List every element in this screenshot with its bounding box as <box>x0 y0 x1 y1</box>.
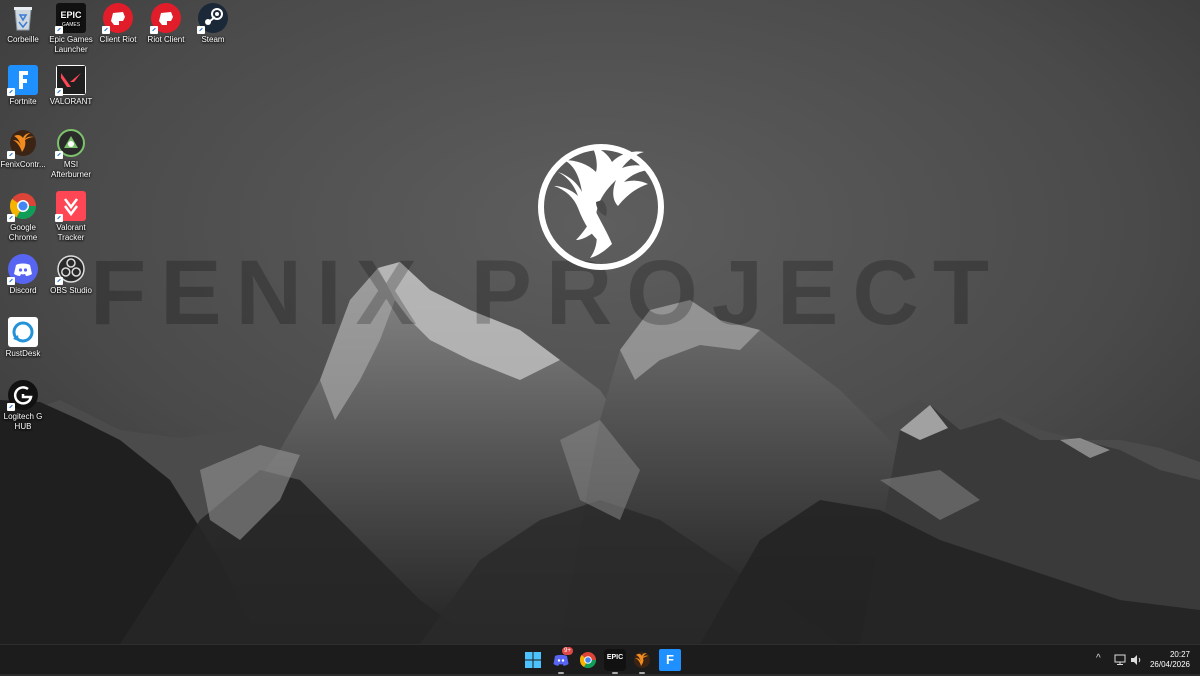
icon-label: Valorant Tracker <box>56 223 86 242</box>
desktop-icon-epic-games-launcher[interactable]: EPIC GAMES Epic Games Launcher <box>46 0 96 55</box>
obs-icon <box>55 254 86 285</box>
desktop-icon-discord[interactable]: Discord <box>0 251 48 296</box>
msi-afterburner-icon <box>55 128 86 159</box>
shortcut-arrow-icon <box>55 277 63 285</box>
icon-label: Epic Games Launcher <box>49 35 93 54</box>
fenix-icon <box>7 128 38 159</box>
fenix-icon <box>634 652 650 668</box>
icon-label: Fortnite <box>9 97 37 106</box>
shortcut-arrow-icon <box>7 403 15 411</box>
shortcut-arrow-icon <box>7 214 15 222</box>
icon-label: Client Riot <box>99 35 137 44</box>
shortcut-arrow-icon <box>55 151 63 159</box>
icon-label: Steam <box>201 35 225 44</box>
taskbar-start-button[interactable] <box>522 649 544 671</box>
clock-time: 20:27 <box>1169 650 1190 659</box>
notification-badge: 9+ <box>562 647 573 655</box>
desktop-icon-fortnite[interactable]: Fortnite <box>0 62 48 107</box>
logitech-ghub-icon <box>7 380 38 411</box>
icon-label: MSI Afterburner <box>50 160 92 179</box>
svg-text:EPIC: EPIC <box>60 10 82 20</box>
shortcut-arrow-icon <box>102 26 110 34</box>
shortcut-arrow-icon <box>197 26 205 34</box>
icon-label: FenixContr... <box>0 160 46 169</box>
epic-games-icon: EPIC GAMES <box>55 3 86 34</box>
svg-text:GAMES: GAMES <box>62 22 81 28</box>
taskbar: 9+ EPIC F ^ 20:27 26/04/2026 <box>0 644 1200 674</box>
volume-icon[interactable] <box>1130 654 1142 666</box>
desktop-icon-logitech-g-hub[interactable]: Logitech G HUB <box>0 377 48 432</box>
shortcut-arrow-icon <box>55 26 63 34</box>
network-icon[interactable] <box>1114 654 1126 666</box>
desktop-icon-fenixcontrol[interactable]: FenixContr... <box>0 125 48 170</box>
shortcut-arrow-icon <box>7 151 15 159</box>
recycle-bin-icon <box>8 3 38 33</box>
desktop-icon-valorant-tracker[interactable]: Valorant Tracker <box>46 188 96 243</box>
show-hidden-icons-chevron-icon[interactable]: ^ <box>1096 653 1101 664</box>
chrome-icon <box>7 191 38 222</box>
icon-label: Corbeille <box>7 35 39 44</box>
desktop-icon-valorant[interactable]: VALORANT <box>46 62 96 107</box>
desktop-icon-msi-afterburner[interactable]: MSI Afterburner <box>46 125 96 180</box>
riot-client-icon <box>102 3 133 34</box>
phoenix-emblem-icon <box>536 140 666 272</box>
icon-label: RustDesk <box>5 349 41 358</box>
icon-label: OBS Studio <box>50 286 92 295</box>
valorant-icon <box>55 65 86 96</box>
desktop-icon-corbeille[interactable]: Corbeille <box>0 0 48 45</box>
desktop-icon-steam[interactable]: Steam <box>188 0 238 45</box>
windows-start-icon <box>525 652 541 668</box>
icon-label: Discord <box>9 286 37 295</box>
chrome-icon <box>579 652 597 669</box>
fortnite-icon <box>7 65 38 96</box>
shortcut-arrow-icon <box>55 88 63 96</box>
epic-games-icon: EPIC <box>606 654 624 661</box>
icon-label: VALORANT <box>49 97 93 106</box>
icon-label: Logitech G HUB <box>3 412 43 431</box>
desktop-icon-client-riot[interactable]: Client Riot <box>93 0 143 45</box>
riot-client-icon <box>150 3 181 34</box>
icon-label: Google Chrome <box>8 223 38 242</box>
desktop-icon-rustdesk[interactable]: RustDesk <box>0 314 48 359</box>
fortnite-icon: F <box>666 652 674 667</box>
taskbar-epic-games-button[interactable]: EPIC <box>604 649 626 674</box>
shortcut-arrow-icon <box>55 214 63 222</box>
shortcut-arrow-icon <box>7 277 15 285</box>
desktop-icon-riot-client[interactable]: Riot Client <box>141 0 191 45</box>
steam-icon <box>197 3 228 34</box>
taskbar-fenixcontrol-button[interactable] <box>631 649 653 674</box>
valorant-tracker-icon <box>55 191 86 222</box>
taskbar-fortnite-button[interactable]: F <box>659 649 681 671</box>
taskbar-discord-button[interactable]: 9+ <box>550 647 573 674</box>
discord-icon <box>7 254 38 285</box>
shortcut-arrow-icon <box>7 88 15 96</box>
desktop-icon-google-chrome[interactable]: Google Chrome <box>0 188 48 243</box>
taskbar-chrome-button[interactable] <box>577 649 599 671</box>
rustdesk-icon <box>8 317 38 347</box>
desktop-icon-obs-studio[interactable]: OBS Studio <box>46 251 96 296</box>
icon-label: Riot Client <box>147 35 185 44</box>
clock-date: 26/04/2026 <box>1149 660 1190 669</box>
taskbar-clock[interactable]: 20:27 26/04/2026 <box>1150 650 1190 670</box>
shortcut-arrow-icon <box>150 26 158 34</box>
